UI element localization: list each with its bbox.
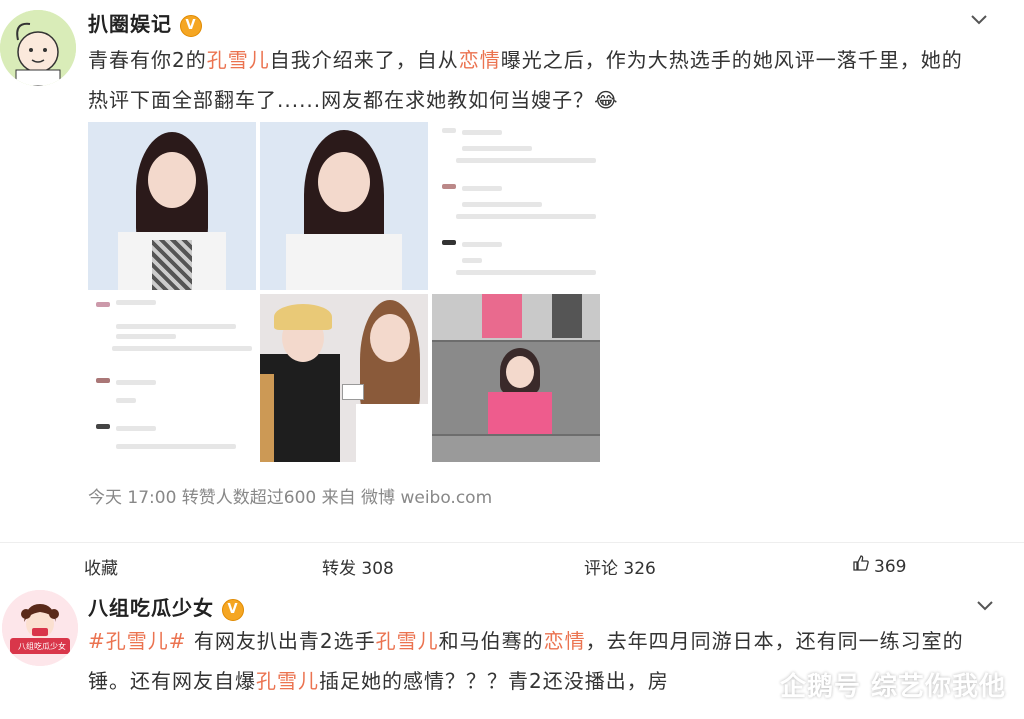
action-bar: 收藏 转发 308 评论 326 369: [0, 542, 1024, 589]
chevron-down-icon[interactable]: [968, 8, 990, 35]
comment-line: [462, 258, 482, 263]
commenter-avatar: [442, 184, 456, 189]
like-button[interactable]: 369: [852, 554, 906, 577]
photo-face: [148, 152, 196, 208]
keyword-link[interactable]: 恋情: [544, 629, 586, 653]
comment-button[interactable]: 评论 326: [584, 554, 656, 579]
verified-badge-icon: V: [222, 599, 244, 621]
reply-box: [112, 346, 252, 351]
username-text: 扒圈娱记: [88, 12, 172, 36]
photo-thumbnail[interactable]: [88, 122, 256, 290]
photo-thumbnail[interactable]: [260, 122, 428, 290]
collect-button[interactable]: 收藏: [84, 554, 118, 579]
username[interactable]: 扒圈娱记 V: [88, 8, 202, 37]
cartoon-avatar-icon: [0, 10, 76, 86]
comment-screenshot[interactable]: [432, 122, 600, 290]
commenter-avatar: [442, 128, 456, 133]
keyword-link[interactable]: 孔雪儿: [376, 629, 439, 653]
reply-box: [456, 158, 596, 163]
comment-line: [462, 242, 502, 247]
text-segment: 插足她的感情？？？青2还没播出，房: [319, 669, 669, 693]
chevron-down-icon[interactable]: [974, 594, 996, 621]
avatar[interactable]: [2, 590, 78, 666]
laugh-cry-emoji-icon: 😂: [594, 88, 619, 112]
keyword-link[interactable]: 孔雪儿: [207, 48, 270, 72]
text-segment: 青春有你2的: [88, 48, 207, 72]
comment-line: [116, 444, 236, 449]
photo-face: [318, 152, 370, 212]
post-meta: 今天 17:00 转赞人数超过600 来自 微博 weibo.com: [88, 488, 493, 508]
cartoon-girl-avatar-icon: [2, 590, 78, 666]
verified-badge-icon: V: [180, 15, 202, 37]
keyword-link[interactable]: 恋情: [459, 48, 501, 72]
keyword-link[interactable]: 孔雪儿: [256, 669, 319, 693]
comment-line: [116, 426, 156, 431]
photo-shirt: [286, 234, 402, 290]
photo-thumbnail[interactable]: [260, 294, 428, 462]
commenter-avatar: [96, 424, 110, 429]
comment-line: [116, 398, 136, 403]
photo-pink-figure: [482, 294, 522, 338]
comment-line: [116, 324, 236, 329]
comment-line: [462, 130, 502, 135]
comment-line: [116, 300, 156, 305]
reply-box: [456, 214, 596, 219]
comment-line: [116, 334, 176, 339]
avatar[interactable]: [0, 10, 76, 86]
repost-button[interactable]: 转发 308: [322, 554, 394, 579]
username-text: 八组吃瓜少女: [88, 596, 214, 620]
username[interactable]: 八组吃瓜少女 V: [88, 592, 244, 621]
comment-line: [462, 186, 502, 191]
hashtag-link[interactable]: #孔雪儿#: [88, 629, 187, 653]
photo-stripe: [260, 374, 274, 462]
photo-shirt: [356, 404, 428, 462]
comment-line: [462, 146, 532, 151]
text-segment: 自我介绍来了，自从: [269, 48, 459, 72]
reply-box: [456, 270, 596, 275]
photo-face: [370, 314, 410, 362]
post-text: 青春有你2的孔雪儿自我介绍来了，自从恋情曝光之后，作为大热选手的她风评一落千里，…: [88, 40, 968, 120]
commenter-avatar: [96, 302, 110, 307]
weibo-post-1: 扒圈娱记 V 青春有你2的孔雪儿自我介绍来了，自从恋情曝光之后，作为大热选手的她风…: [0, 0, 1024, 540]
comment-screenshot[interactable]: [88, 294, 256, 462]
photo-pink-jacket: [488, 392, 552, 434]
photo-figure: [552, 294, 582, 338]
photo-face: [506, 356, 534, 388]
comment-line: [116, 380, 156, 385]
commenter-avatar: [442, 240, 456, 245]
photo-bottom-band: [432, 436, 600, 462]
text-segment: 有网友扒出青2选手: [186, 629, 376, 653]
thumbs-up-icon: [852, 554, 870, 577]
watermark: 企鹅号 综艺你我他: [779, 672, 1006, 702]
photo-microphone: [342, 384, 364, 400]
comment-line: [462, 202, 542, 207]
avatar-text: 八组吃瓜少女: [18, 642, 66, 651]
commenter-avatar: [96, 378, 110, 383]
photo-plaid: [152, 240, 192, 290]
text-segment: 和马伯骞的: [438, 629, 544, 653]
photo-hair: [274, 304, 332, 330]
photo-thumbnail[interactable]: [432, 294, 600, 462]
like-count: 369: [874, 557, 907, 577]
